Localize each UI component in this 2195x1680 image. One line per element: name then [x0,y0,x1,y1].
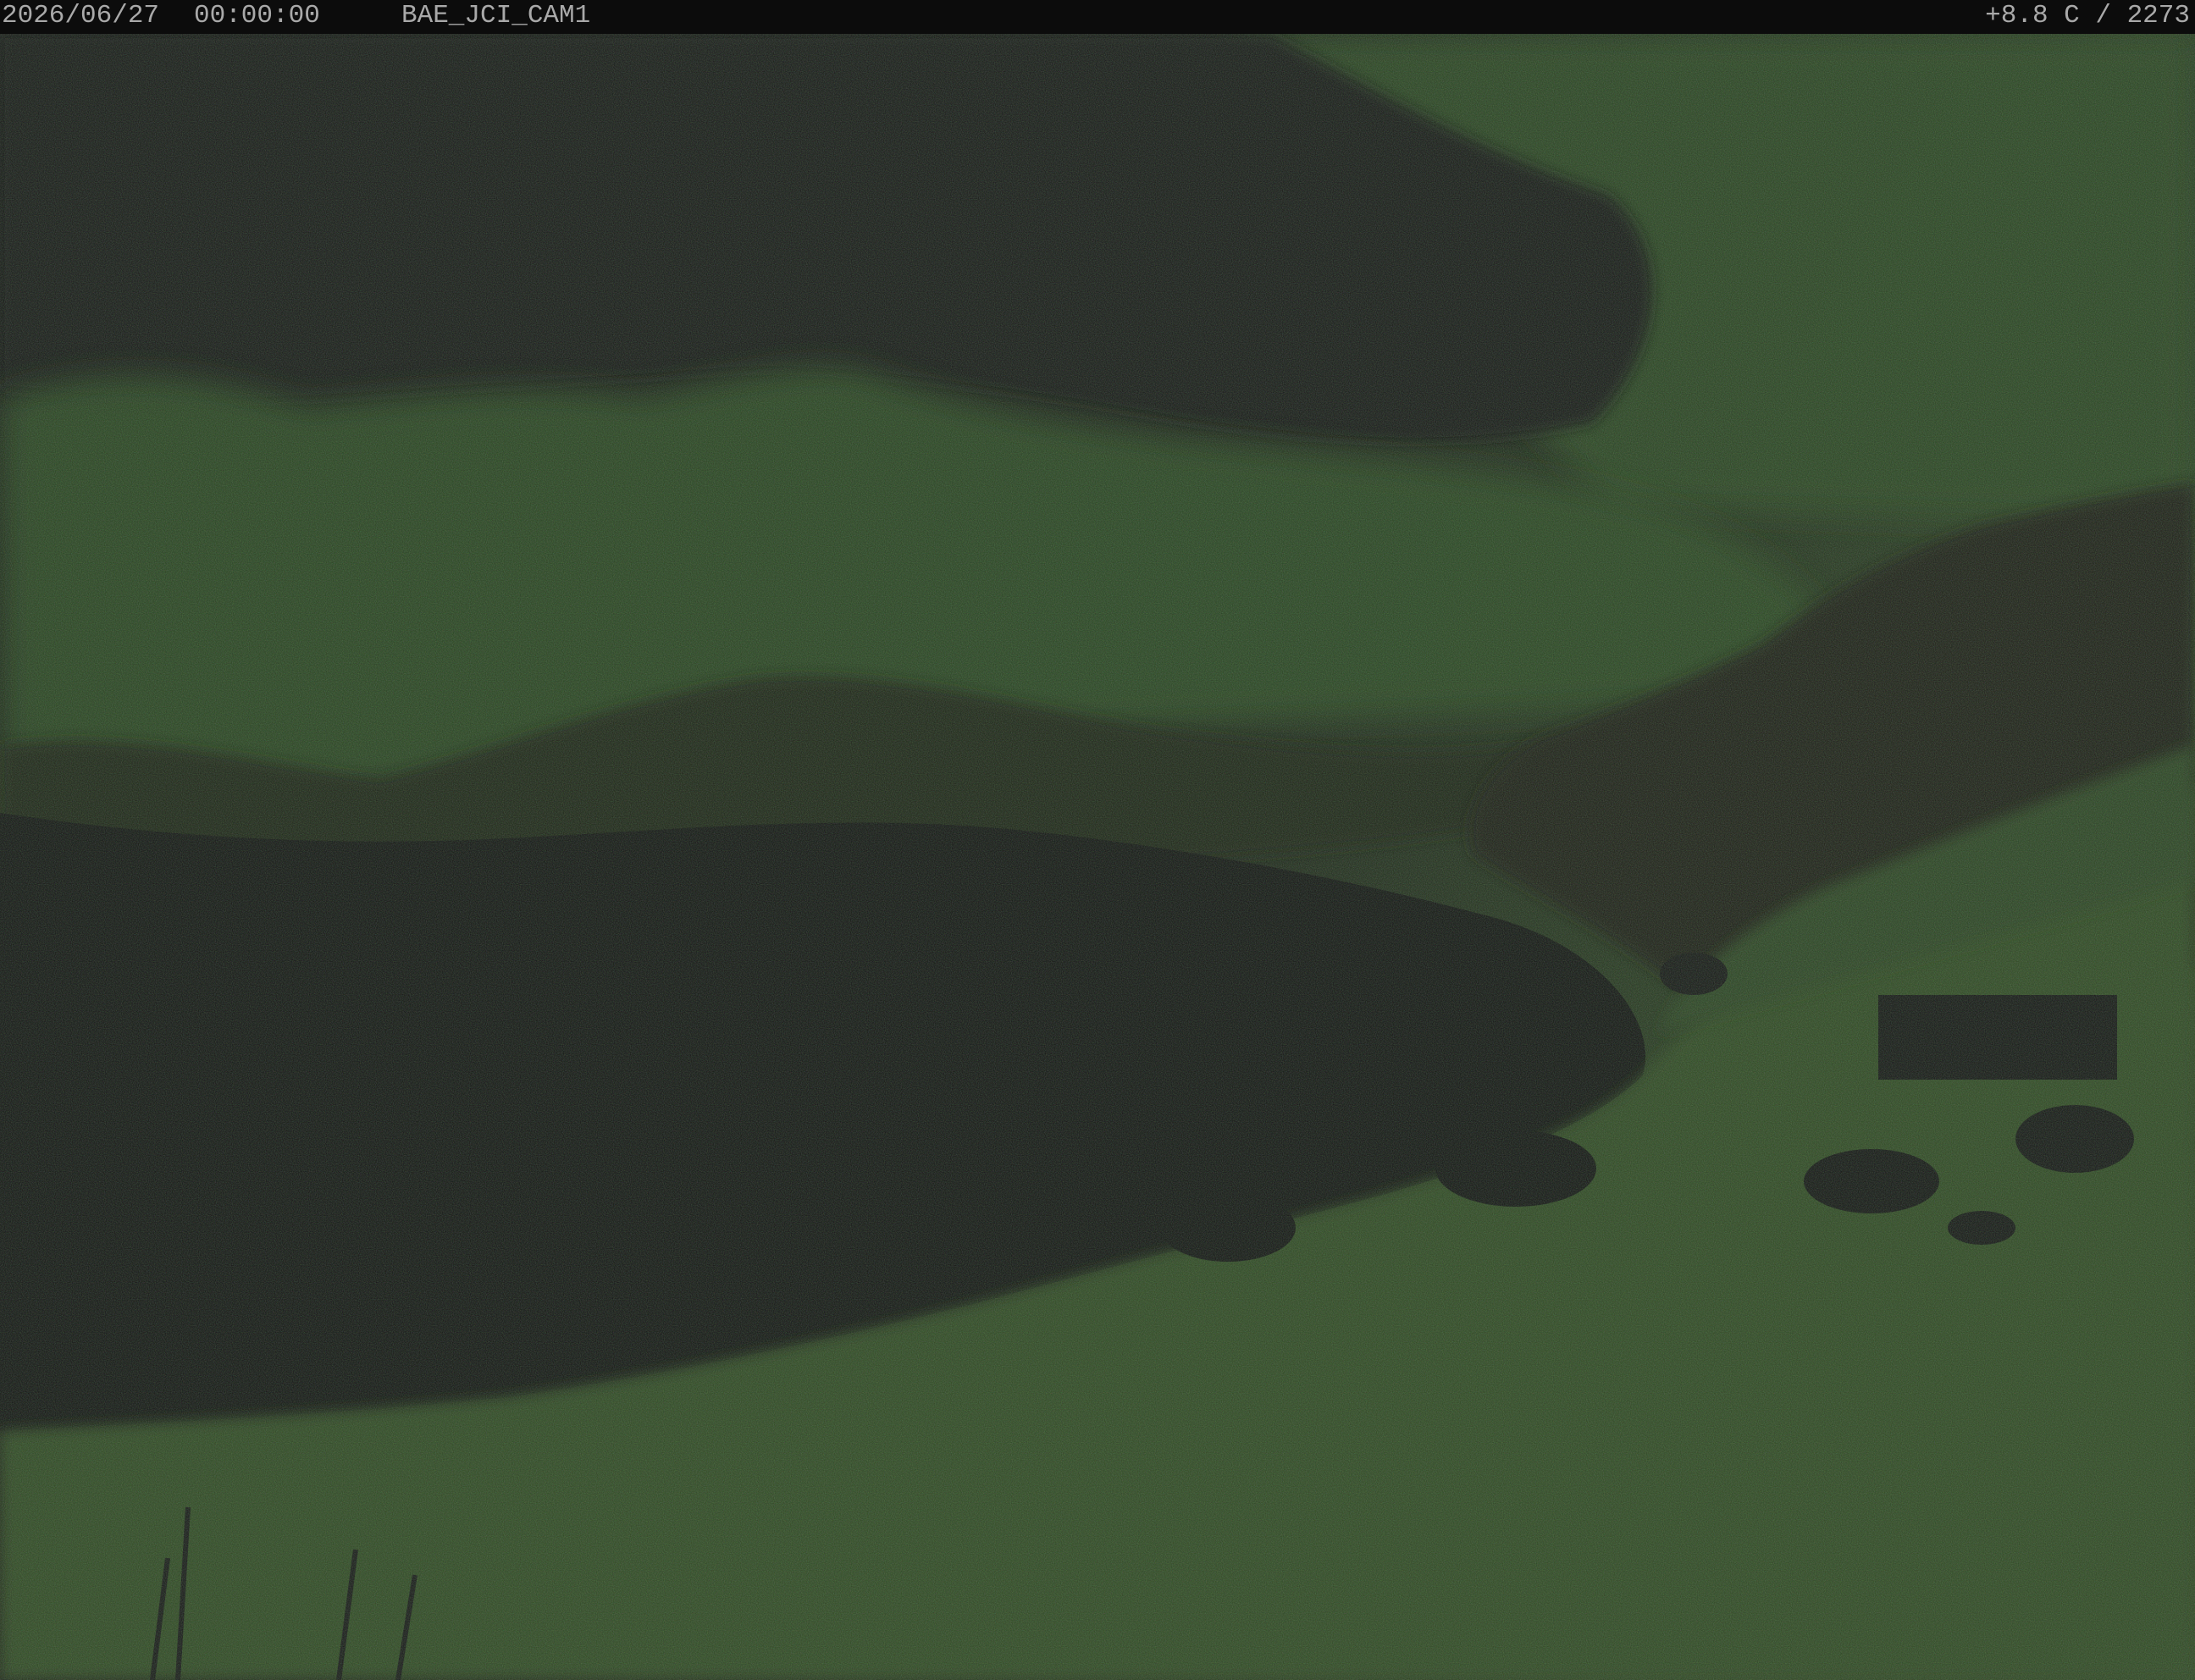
sensor-noise [0,0,2195,1680]
night-mountain-scene [0,0,2195,1680]
camera-id: BAE_JCI_CAM1 [401,1,591,30]
date-stamp: 2026/06/27 [2,1,160,30]
webcam-frame: 2026/06/27 00:00:00 BAE_JCI_CAM1 +8.8 C … [0,0,2195,1680]
camera-info-overlay: 2026/06/27 00:00:00 BAE_JCI_CAM1 +8.8 C … [0,0,2195,34]
temperature-altitude: +8.8 C / 2273 [1985,1,2190,30]
time-stamp: 00:00:00 [194,1,320,30]
